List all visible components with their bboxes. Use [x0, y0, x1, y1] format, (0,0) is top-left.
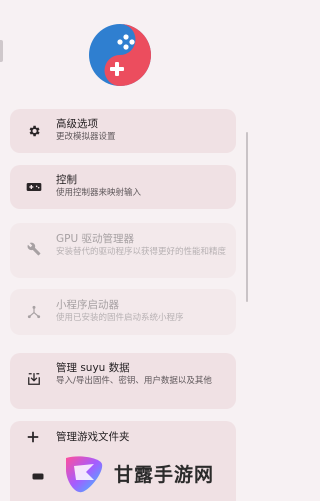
menu-item-description: 使用已安装的固件启动系统小程序 — [56, 313, 184, 323]
share-nodes-icon — [26, 304, 42, 320]
gamepad-icon — [26, 179, 42, 195]
menu-item-title: 管理 suyu 数据 — [56, 362, 130, 374]
menu-item-manage-data[interactable]: 管理 suyu 数据 导入/导出固件、密钥、用户数据以及其他 — [10, 353, 236, 409]
menu-item-controls[interactable]: 控制 使用控制器来映射输入 — [10, 165, 236, 209]
watermark-text: 甘露手游网 — [114, 463, 215, 486]
scrollbar[interactable] — [246, 132, 248, 302]
menu-item-description: 使用控制器来映射输入 — [56, 188, 142, 198]
menu-item-description: 导入/导出固件、密钥、用户数据以及其他 — [56, 376, 212, 386]
plus-icon — [26, 429, 42, 445]
wrench-icon — [26, 241, 42, 257]
menu-item-advanced-settings[interactable]: 高级选项 更改模拟器设置 — [10, 109, 236, 153]
drawer-edge-handle[interactable] — [0, 40, 3, 62]
app-logo — [89, 24, 151, 86]
menu-item-title: 高级选项 — [56, 118, 98, 130]
gamepad-small-icon — [32, 466, 44, 480]
menu-item-gpu-driver-manager[interactable]: GPU 驱动管理器 安装替代的驱动程序以获得更好的性能和精度 — [10, 223, 236, 278]
watermark-logo — [66, 456, 103, 493]
menu-item-description: 安装替代的驱动程序以获得更好的性能和精度 — [56, 247, 227, 257]
site-watermark: 甘露手游网 — [60, 446, 250, 500]
menu-item-title: 管理游戏文件夹 — [56, 431, 130, 443]
menu-item-description: 更改模拟器设置 — [56, 132, 116, 142]
menu-item-applet-launcher[interactable]: 小程序启动器 使用已安装的固件启动系统小程序 — [10, 289, 236, 335]
download-box-icon — [26, 371, 42, 387]
menu-item-title: 控制 — [56, 174, 77, 186]
menu-item-title: 小程序启动器 — [56, 299, 119, 311]
menu-item-title: GPU 驱动管理器 — [56, 233, 134, 245]
gear-icon — [26, 123, 42, 139]
